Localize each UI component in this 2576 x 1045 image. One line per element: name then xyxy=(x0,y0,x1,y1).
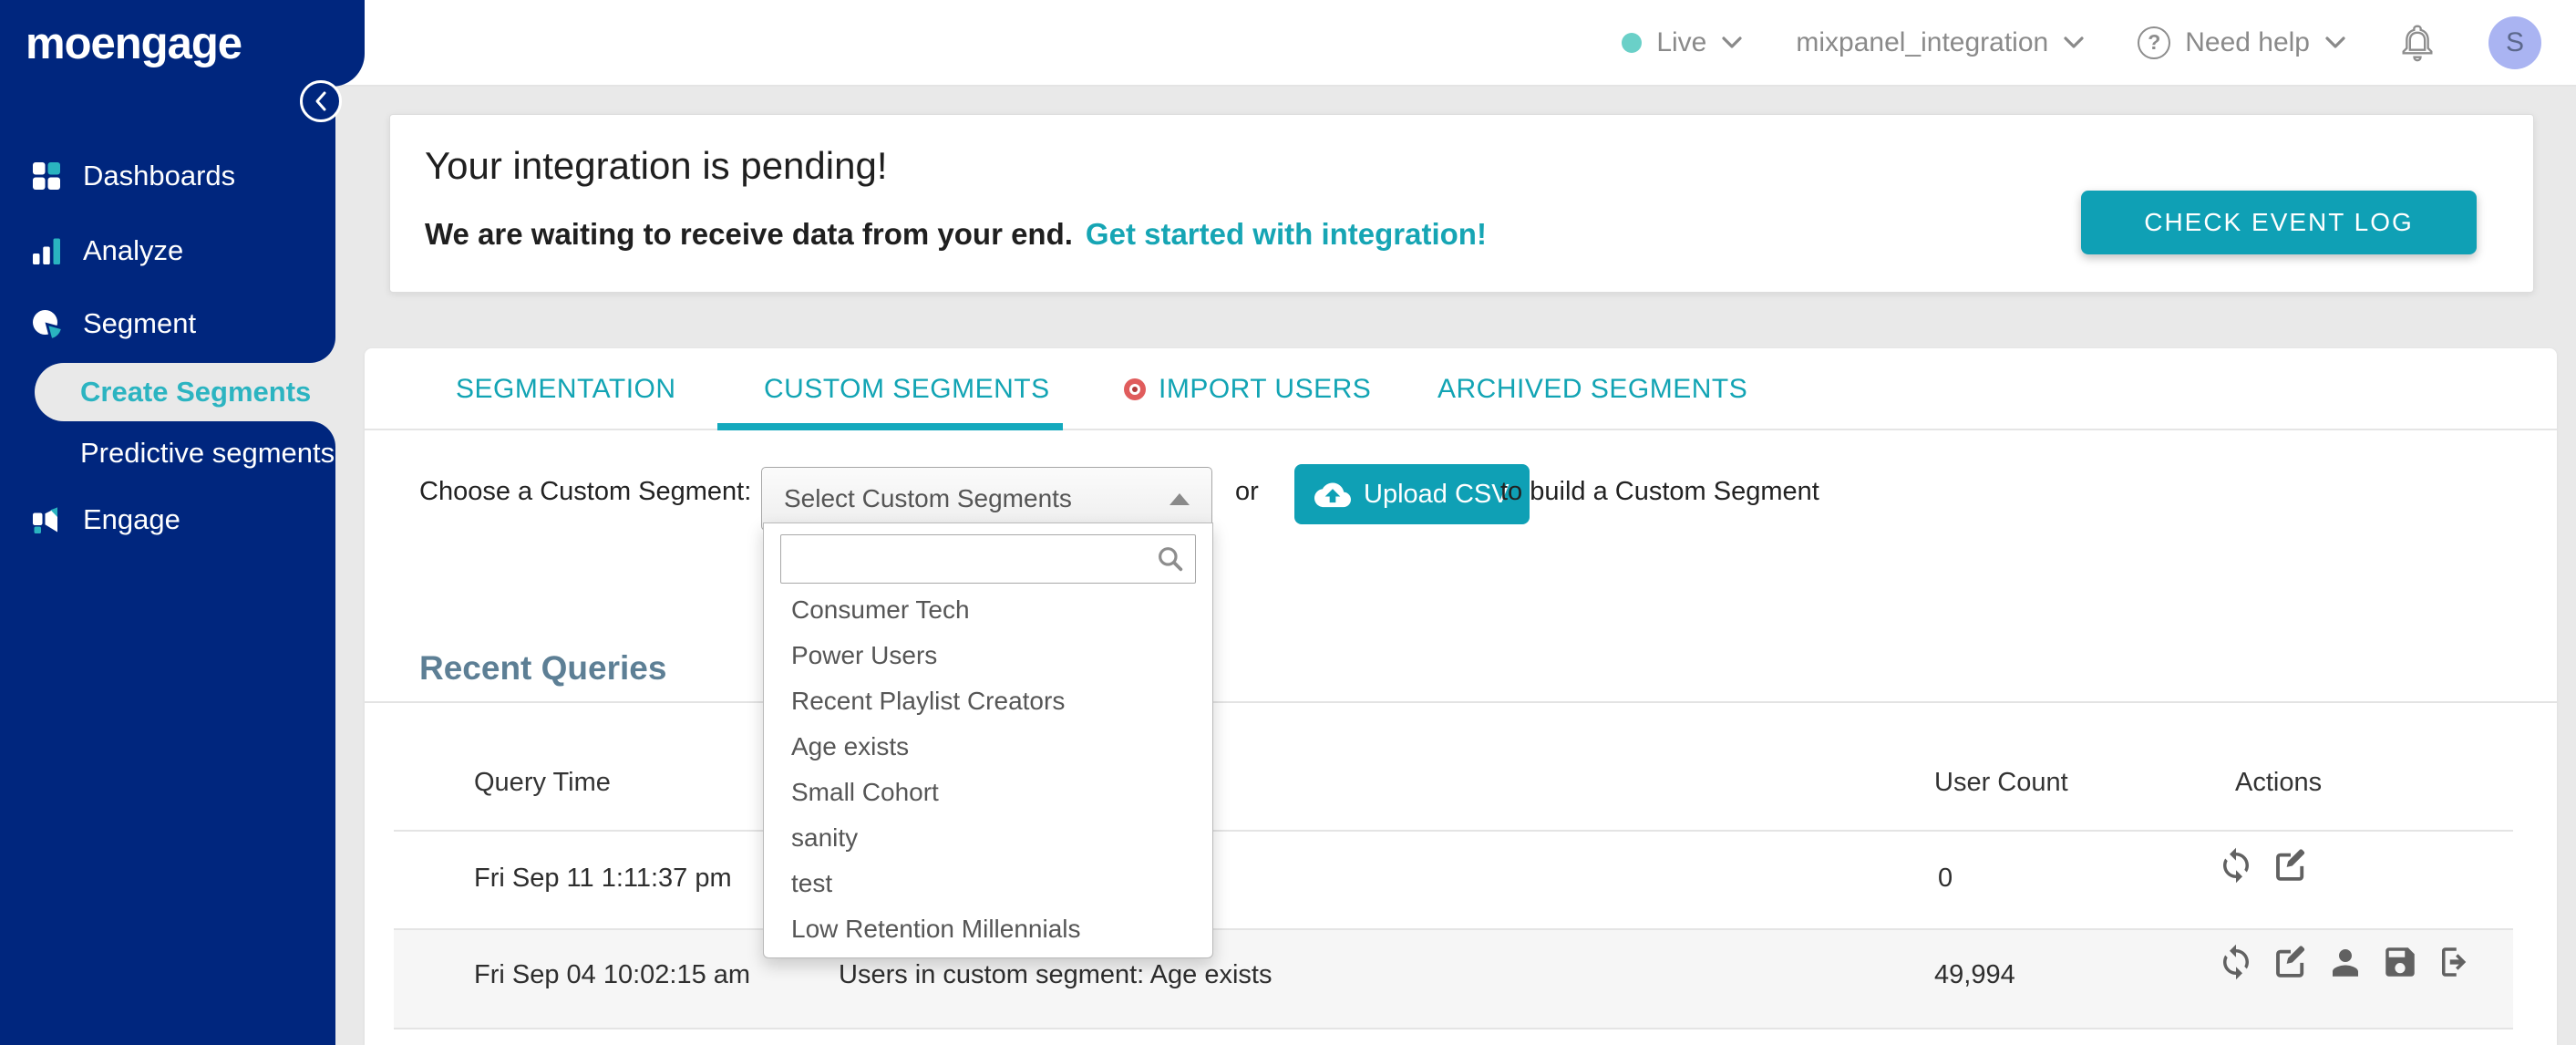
sidebar-item-label: Predictive segments xyxy=(80,437,335,469)
save-icon[interactable] xyxy=(2381,943,2419,981)
help-label: Need help xyxy=(2185,26,2310,57)
row-actions xyxy=(2217,846,2310,885)
sidebar: Dashboards Analyze Segment Create Segmen… xyxy=(0,0,335,1045)
triangle-up-icon xyxy=(1170,492,1190,505)
question-circle-icon: ? xyxy=(2138,26,2171,59)
sidebar-item-label: Dashboards xyxy=(83,160,236,191)
table-divider xyxy=(394,1028,2513,1029)
dropdown-list: Consumer Tech Power Users Recent Playlis… xyxy=(764,587,1212,952)
row-actions xyxy=(2217,943,2474,981)
dropdown-option[interactable]: Small Cohort xyxy=(764,770,1212,815)
section-divider xyxy=(365,701,2557,703)
search-icon xyxy=(1159,547,1183,572)
banner-title: Your integration is pending! xyxy=(425,144,888,187)
query-time-cell: Fri Sep 04 10:02:15 am xyxy=(474,960,751,989)
dropdown-option[interactable]: sanity xyxy=(764,815,1212,861)
megaphone-icon xyxy=(33,507,57,533)
banner-subtitle: We are waiting to receive data from your… xyxy=(425,217,1073,251)
tabs-divider xyxy=(365,429,2557,430)
chevron-down-icon xyxy=(2064,36,2084,48)
or-text: or xyxy=(1235,477,1259,506)
sidebar-item-label: Create Segments xyxy=(80,376,312,408)
avatar[interactable]: S xyxy=(2488,16,2541,69)
sidebar-item-engage[interactable]: Engage xyxy=(0,497,335,543)
sidebar-item-label: Analyze xyxy=(83,234,184,266)
dropdown-option[interactable]: Recent Playlist Creators xyxy=(764,678,1212,724)
help-menu[interactable]: ? Need help xyxy=(2138,26,2346,59)
dashboards-grid-icon xyxy=(33,162,60,190)
env-switcher[interactable]: Live xyxy=(1622,27,1743,58)
bar-chart-icon xyxy=(33,238,60,264)
dropdown-search-input[interactable] xyxy=(780,534,1196,584)
tab-archived-segments[interactable]: ARCHIVED SEGMENTS xyxy=(1437,374,1747,405)
env-label: Live xyxy=(1656,26,1707,57)
sidebar-item-create-segments[interactable]: Create Segments xyxy=(35,363,335,421)
dropdown-option[interactable]: test xyxy=(764,861,1212,906)
active-tab-underline xyxy=(717,423,1063,430)
chevron-down-icon xyxy=(2325,36,2345,48)
dropdown-option[interactable]: Power Users xyxy=(764,633,1212,678)
edit-icon[interactable] xyxy=(2272,943,2310,981)
chevron-left-icon xyxy=(315,91,326,111)
custom-segment-select[interactable]: Select Custom Segments xyxy=(761,467,1212,531)
dropdown-option[interactable]: Age exists xyxy=(764,724,1212,770)
table-divider xyxy=(394,830,2513,832)
column-header-user-count: User Count xyxy=(1934,768,2068,797)
dropdown-option[interactable]: Low Retention Millennials xyxy=(764,906,1212,952)
select-value: Select Custom Segments xyxy=(784,484,1072,512)
user-icon[interactable] xyxy=(2326,943,2365,981)
chooser-suffix: to build a Custom Segment xyxy=(1500,477,1819,506)
project-name: mixpanel_integration xyxy=(1796,26,2049,57)
export-icon[interactable] xyxy=(2436,943,2474,981)
tab-custom-segments[interactable]: CUSTOM SEGMENTS xyxy=(764,374,1050,405)
live-status-dot xyxy=(1622,32,1643,53)
segments-card: SEGMENTATION CUSTOM SEGMENTS IMPORT USER… xyxy=(365,348,2557,1045)
column-header-actions: Actions xyxy=(2235,768,2323,797)
query-description-cell: Users in custom segment: Age exists xyxy=(839,960,1273,989)
project-switcher[interactable]: mixpanel_integration xyxy=(1796,27,2085,58)
tab-segmentation[interactable]: SEGMENTATION xyxy=(456,374,676,405)
tab-import-users[interactable]: IMPORT USERS xyxy=(1124,374,1371,405)
avatar-initial: S xyxy=(2505,26,2524,57)
dropdown-option[interactable]: Consumer Tech xyxy=(764,587,1212,633)
recent-queries-heading: Recent Queries xyxy=(419,649,667,687)
notifications-bell-icon[interactable] xyxy=(2399,23,2436,63)
edit-icon[interactable] xyxy=(2272,846,2310,885)
active-item-curve-top xyxy=(310,337,335,363)
import-users-dot-icon xyxy=(1124,378,1146,400)
column-header-query-time: Query Time xyxy=(474,768,611,797)
cloud-upload-icon xyxy=(1314,482,1351,508)
logo-block: moengage xyxy=(0,0,365,87)
sidebar-item-dashboards[interactable]: Dashboards xyxy=(0,153,335,199)
sidebar-collapse-button[interactable] xyxy=(300,80,342,122)
sidebar-item-segment[interactable]: Segment xyxy=(0,301,335,347)
refresh-icon[interactable] xyxy=(2217,943,2255,981)
user-count-cell: 49,994 xyxy=(1934,960,2015,989)
user-count-cell: 0 xyxy=(1938,864,1953,893)
get-started-link[interactable]: Get started with integration! xyxy=(1086,217,1487,252)
check-event-log-button[interactable]: CHECK EVENT LOG xyxy=(2081,191,2477,254)
tab-label: IMPORT USERS xyxy=(1159,374,1372,404)
custom-segments-dropdown: Consumer Tech Power Users Recent Playlis… xyxy=(763,522,1213,958)
query-time-cell: Fri Sep 11 1:11:37 pm xyxy=(474,864,732,893)
top-header-bar: Live mixpanel_integration ? Need help S xyxy=(335,0,2576,87)
refresh-icon[interactable] xyxy=(2217,846,2255,885)
sidebar-item-analyze[interactable]: Analyze xyxy=(0,228,335,274)
sidebar-item-label: Segment xyxy=(83,307,197,339)
chooser-label: Choose a Custom Segment: xyxy=(419,477,752,506)
pie-chart-icon xyxy=(33,310,61,338)
sidebar-item-label: Engage xyxy=(83,503,180,535)
upload-csv-label: Upload CSV xyxy=(1364,479,1510,509)
integration-banner: Your integration is pending! We are wait… xyxy=(389,114,2534,293)
table-divider xyxy=(394,928,2513,930)
moengage-logo: moengage xyxy=(26,18,242,68)
sidebar-item-predictive-segments[interactable]: Predictive segments xyxy=(0,430,335,476)
chevron-down-icon xyxy=(1722,36,1742,48)
upload-csv-button[interactable]: Upload CSV xyxy=(1294,464,1530,524)
